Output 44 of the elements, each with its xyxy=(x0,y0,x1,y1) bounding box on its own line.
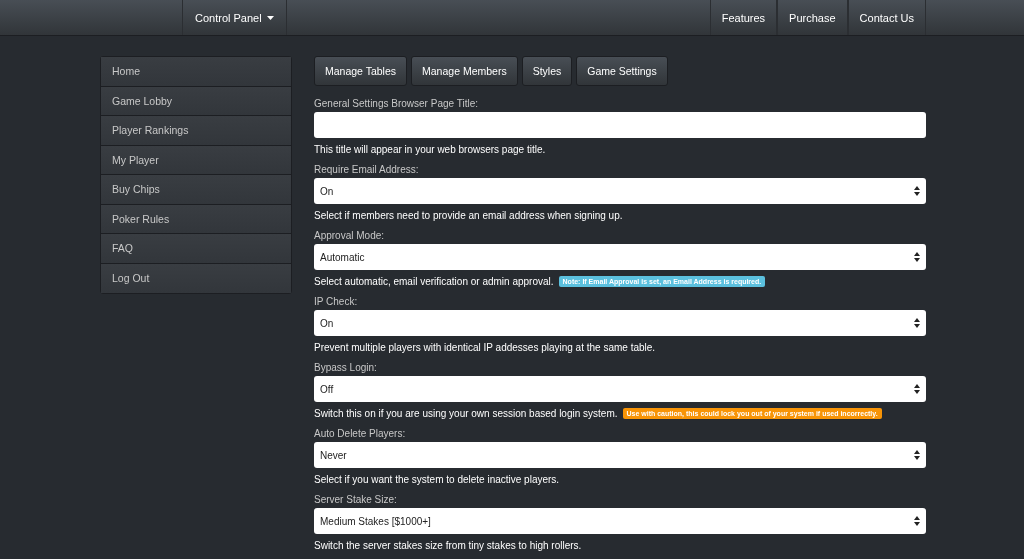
select-dropdown[interactable]: Never xyxy=(314,442,926,468)
sidebar-item[interactable]: Buy Chips xyxy=(101,175,291,205)
field-label: General Settings Browser Page Title: xyxy=(314,98,479,109)
help-text: Select if members need to provide an email address when signing up. xyxy=(314,210,623,221)
help-text: Switch this on if you are using your own session based login system. xyxy=(314,408,618,419)
tab-button[interactable]: Manage Tables xyxy=(314,56,408,86)
tab-button[interactable]: Manage Members xyxy=(411,56,518,86)
sidebar-item[interactable]: FAQ xyxy=(101,234,291,264)
sidebar-item[interactable]: Log Out xyxy=(101,263,291,293)
select-dropdown[interactable]: On xyxy=(314,178,926,204)
select-dropdown[interactable]: Off xyxy=(314,376,926,402)
help-text: Prevent multiple players with identical IP addesses playing at the same table. xyxy=(314,342,656,353)
field-label: Bypass Login: xyxy=(314,362,378,373)
select-arrows-icon xyxy=(914,450,920,460)
control-panel-menu[interactable]: Control Panel xyxy=(182,0,287,35)
nav-link[interactable]: Purchase xyxy=(777,0,848,35)
nav-link[interactable]: Features xyxy=(709,0,778,35)
field-label: Require Email Address: xyxy=(314,164,420,175)
help-text: This title will appear in your web browsers page title. xyxy=(314,144,546,155)
sidebar-item[interactable]: Home xyxy=(101,57,291,87)
select-dropdown[interactable]: Automatic xyxy=(314,244,926,270)
sidebar-item[interactable]: Game Lobby xyxy=(101,86,291,116)
field-label: Server Stake Size: xyxy=(314,494,398,505)
field-label: Approval Mode: xyxy=(314,230,386,241)
field-label: IP Check: xyxy=(314,296,359,307)
select-dropdown[interactable]: On xyxy=(314,310,926,336)
sidebar-item[interactable]: Poker Rules xyxy=(101,204,291,234)
text-input[interactable] xyxy=(314,112,926,138)
field-label: Auto Delete Players: xyxy=(314,428,407,439)
help-text: Switch the server stakes size from tiny stakes to high rollers. xyxy=(314,540,582,551)
tab-button[interactable]: Game Settings xyxy=(576,56,668,86)
select-dropdown[interactable]: Medium Stakes [$1000+] xyxy=(314,508,926,534)
select-arrows-icon xyxy=(914,252,920,262)
nav-link[interactable]: Contact Us xyxy=(847,0,926,35)
tab-button[interactable]: Styles xyxy=(521,56,573,86)
help-text: Select automatic, email verification or admin approval. xyxy=(314,276,554,287)
select-arrows-icon xyxy=(914,186,920,196)
select-arrows-icon xyxy=(914,384,920,394)
sidebar-item[interactable]: My Player xyxy=(101,145,291,175)
help-text: Select if you want the system to delete inactive players. xyxy=(314,474,560,485)
sidebar-item[interactable]: Player Rankings xyxy=(101,116,291,146)
select-arrows-icon xyxy=(914,318,920,328)
caret-icon xyxy=(266,15,274,20)
select-arrows-icon xyxy=(914,516,920,526)
